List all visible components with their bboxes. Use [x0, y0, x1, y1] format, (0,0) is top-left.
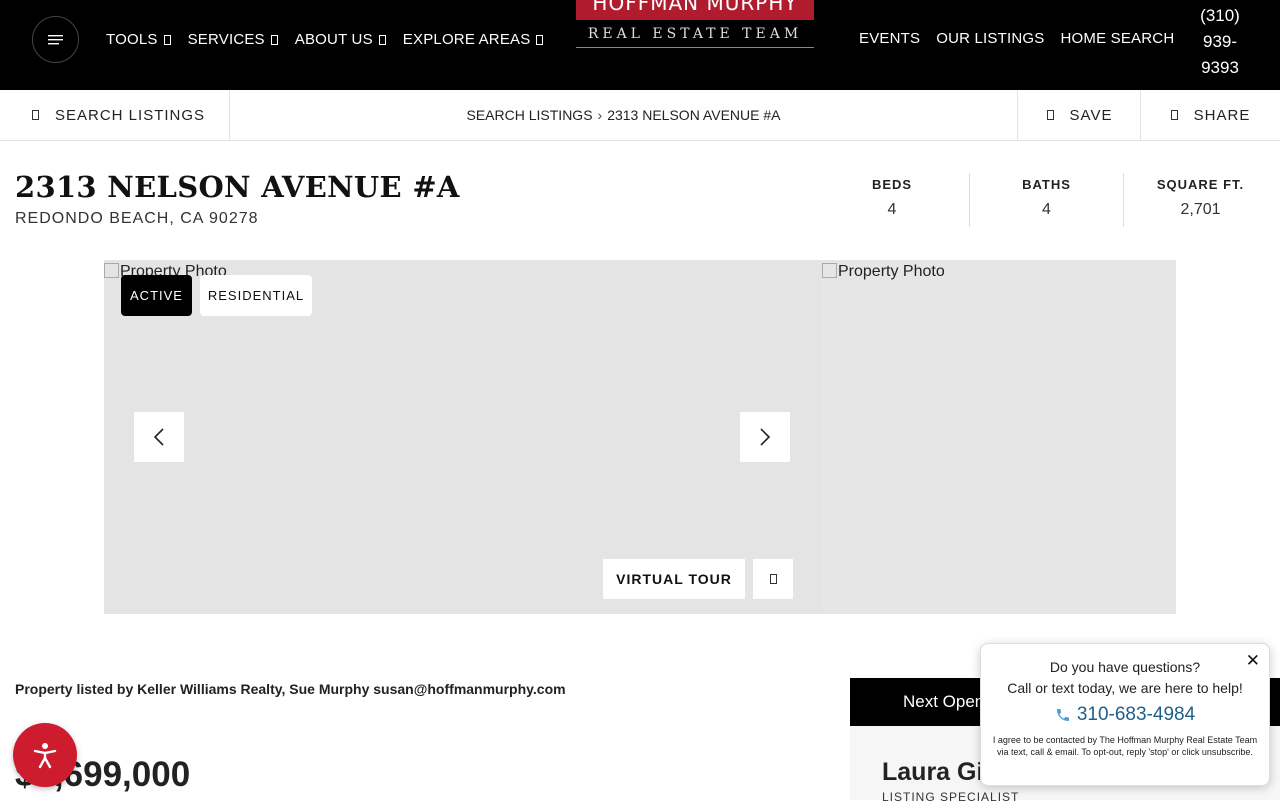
logo-banner: HOFFMAN MURPHY	[576, 0, 814, 20]
chat-consent-text: I agree to be contacted by The Hoffman M…	[992, 735, 1258, 757]
nav-about-us-label: ABOUT US	[294, 31, 373, 48]
nav-services-label: SERVICES	[187, 31, 265, 48]
listing-toolbar: SEARCH LISTINGS SEARCH LISTINGS › 2313 N…	[0, 90, 1280, 141]
broken-image-icon	[104, 263, 119, 278]
header-phone-link[interactable]: (310) 939- 9393	[1190, 3, 1250, 81]
dropdown-icon	[536, 34, 544, 45]
back-arrow-icon	[32, 110, 39, 120]
broken-image-alt: Property Photo	[822, 263, 945, 281]
stat-label: BEDS	[871, 177, 913, 192]
chat-widget: ✕ Do you have questions? Call or text to…	[980, 643, 1270, 786]
status-badge: ACTIVE	[121, 275, 192, 316]
nav-tools-label: TOOLS	[106, 31, 158, 48]
hamburger-icon	[47, 34, 63, 44]
property-address: 2313 NELSON AVENUE #A	[15, 170, 460, 204]
stat-label: BATHS	[1022, 177, 1071, 192]
dropdown-icon	[270, 34, 278, 45]
stat-square-feet: SQUARE FT. 2,701	[1123, 173, 1277, 227]
search-listings-label: SEARCH LISTINGS	[55, 106, 206, 124]
share-label: SHARE	[1193, 106, 1251, 124]
phone-line: 9393	[1201, 58, 1239, 77]
breadcrumb-search-listings[interactable]: SEARCH LISTINGS	[467, 107, 593, 123]
next-photo-button[interactable]	[740, 412, 790, 462]
close-chat-button[interactable]: ✕	[1246, 652, 1260, 669]
stat-label: SQUARE FT.	[1156, 177, 1245, 192]
stat-baths: BATHS 4	[969, 173, 1123, 227]
logo-underline	[576, 47, 814, 48]
main-property-photo[interactable]: Property Photo ACTIVE RESIDENTIAL VIRTUA…	[104, 260, 822, 614]
accessibility-icon	[33, 743, 57, 769]
primary-nav-right: EVENTS OUR LISTINGS HOME SEARCH	[859, 30, 1190, 47]
chat-phone-link[interactable]: 310-683-4984	[981, 704, 1269, 726]
nav-our-listings[interactable]: OUR LISTINGS	[936, 30, 1044, 47]
logo-subtitle: REAL ESTATE TEAM	[587, 26, 803, 42]
nav-explore-areas[interactable]: EXPLORE AREAS	[403, 31, 544, 48]
nav-explore-areas-label: EXPLORE AREAS	[402, 31, 531, 48]
stat-value: 4	[887, 201, 897, 218]
stat-value: 4	[1042, 201, 1051, 218]
listing-attribution: Property listed by Keller Williams Realt…	[15, 681, 566, 697]
dropdown-icon	[163, 34, 171, 45]
property-city-line: REDONDO BEACH, CA 90278	[15, 210, 259, 227]
stat-beds: BEDS 4	[815, 173, 969, 227]
agent-name: Laura Gi	[882, 758, 984, 786]
photo-alt-text: Property Photo	[838, 263, 945, 280]
chat-question: Do you have questions?	[1049, 659, 1201, 675]
secondary-property-photo[interactable]: Property Photo	[822, 260, 1176, 614]
brand-logo[interactable]: HOFFMAN MURPHY REAL ESTATE TEAM	[576, 0, 814, 50]
fullscreen-button[interactable]	[753, 559, 793, 599]
phone-line: (310)	[1200, 6, 1240, 25]
search-listings-button[interactable]: SEARCH LISTINGS	[0, 90, 230, 140]
nav-services[interactable]: SERVICES	[188, 31, 278, 48]
chevron-right-icon	[760, 428, 770, 446]
share-button[interactable]: SHARE	[1140, 90, 1280, 140]
nav-home-search[interactable]: HOME SEARCH	[1060, 30, 1174, 47]
primary-nav-left: TOOLS SERVICES ABOUT US EXPLORE AREAS	[106, 31, 560, 48]
previous-photo-button[interactable]	[134, 412, 184, 462]
photo-gallery: Property Photo ACTIVE RESIDENTIAL VIRTUA…	[104, 260, 1176, 614]
breadcrumb: SEARCH LISTINGS › 2313 NELSON AVENUE #A	[230, 90, 1017, 140]
top-navigation-bar: TOOLS SERVICES ABOUT US EXPLORE AREAS HO…	[0, 0, 1280, 90]
save-button[interactable]: SAVE	[1017, 90, 1141, 140]
breadcrumb-separator: ›	[597, 107, 603, 123]
hamburger-menu-button[interactable]	[32, 16, 79, 63]
chat-subtext: Call or text today, we are here to help!	[1007, 680, 1243, 696]
stat-value: 2,701	[1180, 201, 1221, 218]
broken-image-icon	[822, 263, 837, 278]
chat-phone-number: 310-683-4984	[1076, 704, 1196, 725]
property-type-badge: RESIDENTIAL	[200, 275, 312, 316]
agent-role: LISTING SPECIALIST	[882, 790, 1020, 804]
nav-events[interactable]: EVENTS	[859, 30, 920, 47]
logo-title: HOFFMAN MURPHY	[592, 0, 798, 15]
accessibility-button[interactable]	[13, 723, 77, 787]
breadcrumb-current: 2313 NELSON AVENUE #A	[607, 107, 781, 123]
dropdown-icon	[378, 34, 386, 45]
phone-icon	[1056, 709, 1069, 721]
expand-icon	[769, 574, 777, 584]
nav-tools[interactable]: TOOLS	[106, 31, 171, 48]
chevron-left-icon	[154, 428, 164, 446]
share-icon	[1170, 110, 1178, 120]
nav-about-us[interactable]: ABOUT US	[295, 31, 386, 48]
phone-line: 939-	[1202, 32, 1238, 51]
heart-icon	[1046, 110, 1054, 120]
save-label: SAVE	[1069, 106, 1113, 124]
property-stats: BEDS 4 BATHS 4 SQUARE FT. 2,701	[815, 173, 1277, 227]
virtual-tour-button[interactable]: VIRTUAL TOUR	[603, 559, 745, 599]
